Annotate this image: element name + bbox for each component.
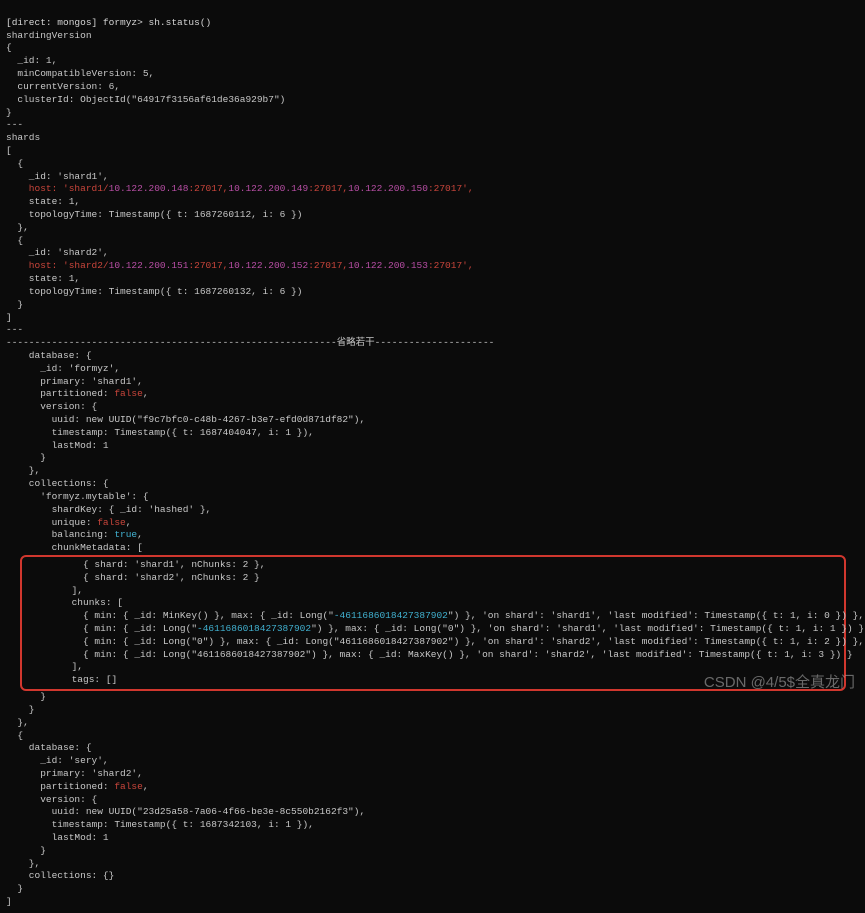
tbl-open: 'formyz.mytable': {	[6, 491, 149, 502]
db2-coll: collections: {}	[6, 870, 114, 881]
db2-close: },	[6, 858, 40, 869]
prompt-line: [direct: mongos] formyz> sh.status()	[6, 17, 211, 28]
tbl-close: }	[6, 691, 46, 702]
db2-partitioned: partitioned: false,	[6, 781, 149, 792]
meta-open: chunkMetadata: [	[6, 542, 143, 553]
db1-uuid: uuid: new UUID("f9c7bfc0-c48b-4267-b3e7-…	[6, 414, 365, 425]
db2-id: _id: 'sery',	[6, 755, 109, 766]
highlight-box: { shard: 'shard1', nChunks: 2 }, { shard…	[20, 555, 846, 691]
sv-clusterid: clusterId: ObjectId("64917f3156af61de36a…	[6, 94, 285, 105]
db1-ver-open: version: {	[6, 401, 97, 412]
shards-label: shards	[6, 132, 40, 143]
db1-ts: timestamp: Timestamp({ t: 1687404047, i:…	[6, 427, 314, 438]
shard1-host: host: 'shard1/10.122.200.148:27017,10.12…	[6, 183, 474, 194]
db2-uuid: uuid: new UUID("23d25a58-7a06-4f66-be3e-…	[6, 806, 365, 817]
shard1-close: },	[6, 222, 29, 233]
shard1-state: state: 1,	[6, 196, 80, 207]
unique: unique: false,	[6, 517, 131, 528]
sharding-version-label: shardingVersion	[6, 30, 92, 41]
shard2-state: state: 1,	[6, 273, 80, 284]
sv-mincompat: minCompatibleVersion: 5,	[6, 68, 154, 79]
obj-close: },	[6, 717, 29, 728]
shard2-id: _id: 'shard2',	[6, 247, 109, 258]
shard2-close: }	[6, 299, 23, 310]
db2-open: database: {	[6, 742, 92, 753]
shard2-open: {	[6, 235, 23, 246]
db2-obj-close: }	[6, 883, 23, 894]
wrap-open: {	[6, 730, 23, 741]
bracket: [	[6, 145, 12, 156]
db2-ts: timestamp: Timestamp({ t: 1687342103, i:…	[6, 819, 314, 830]
shard1-open: {	[6, 158, 23, 169]
dashes: ---	[6, 324, 23, 335]
meta1: { shard: 'shard1', nChunks: 2 },	[26, 559, 265, 570]
db1-primary: primary: 'shard1',	[6, 376, 143, 387]
chunks-open: chunks: [	[26, 597, 123, 608]
meta-close: ],	[26, 585, 83, 596]
divider: ----------------------------------------…	[6, 337, 494, 348]
chunk1: { min: { _id: MinKey() }, max: { _id: Lo…	[26, 610, 864, 621]
chunk3: { min: { _id: Long("0") }, max: { _id: L…	[26, 636, 864, 647]
shard1-id: _id: 'shard1',	[6, 171, 109, 182]
dashes: ---	[6, 119, 23, 130]
db1-id: _id: 'formyz',	[6, 363, 120, 374]
db1-partitioned: partitioned: false,	[6, 388, 149, 399]
tags: tags: []	[26, 674, 117, 685]
shard2-topo: topologyTime: Timestamp({ t: 1687260132,…	[6, 286, 302, 297]
meta2: { shard: 'shard2', nChunks: 2 }	[26, 572, 260, 583]
balancing: balancing: true,	[6, 529, 143, 540]
chunks-close: ],	[26, 661, 83, 672]
shardkey: shardKey: { _id: 'hashed' },	[6, 504, 211, 515]
chunk2: { min: { _id: Long("-4611686018427387902…	[26, 623, 865, 634]
coll-open: collections: {	[6, 478, 109, 489]
bracket: ]	[6, 312, 12, 323]
final-bracket: ]	[6, 896, 12, 907]
coll-close: }	[6, 704, 35, 715]
db1-open: database: {	[6, 350, 92, 361]
db1-ver-close: }	[6, 452, 46, 463]
db2-ver-open: version: {	[6, 794, 97, 805]
chunk4: { min: { _id: Long("4611686018427387902"…	[26, 649, 853, 660]
shard1-topo: topologyTime: Timestamp({ t: 1687260112,…	[6, 209, 302, 220]
shard2-host: host: 'shard2/10.122.200.151:27017,10.12…	[6, 260, 474, 271]
terminal-output: [direct: mongos] formyz> sh.status() sha…	[0, 0, 865, 913]
db1-close: },	[6, 465, 40, 476]
sv-curver: currentVersion: 6,	[6, 81, 120, 92]
db2-lastmod: lastMod: 1	[6, 832, 109, 843]
sv-id: _id: 1,	[6, 55, 57, 66]
db2-ver-close: }	[6, 845, 46, 856]
brace: {	[6, 42, 12, 53]
db2-primary: primary: 'shard2',	[6, 768, 143, 779]
brace: }	[6, 107, 12, 118]
db1-lastmod: lastMod: 1	[6, 440, 109, 451]
